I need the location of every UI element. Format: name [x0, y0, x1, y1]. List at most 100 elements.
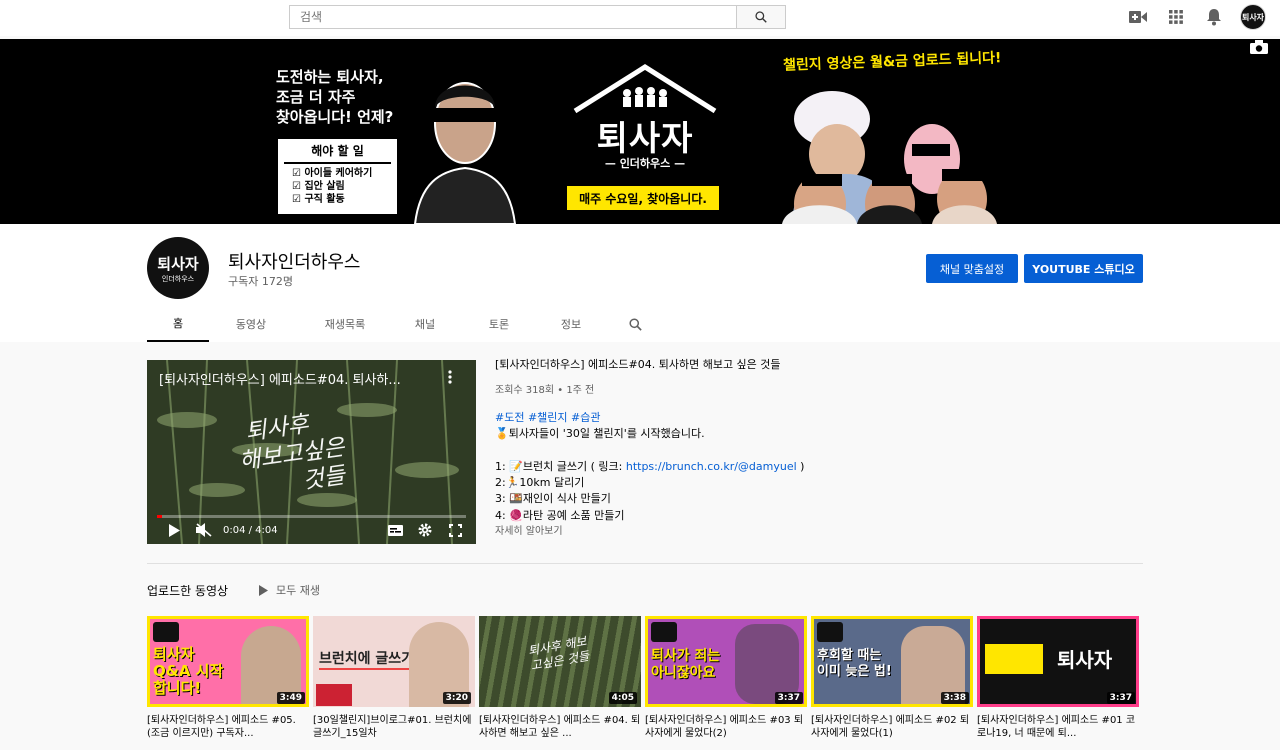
description-line: 3: 🍱재인이 식사 만들기: [495, 492, 611, 506]
player-title[interactable]: [퇴사자인더하우스] 에피소드#04. 퇴사하...: [159, 369, 439, 388]
brunch-link[interactable]: https://brunch.co.kr/@damyuel: [626, 460, 797, 473]
apps-grid-icon[interactable]: [1164, 5, 1188, 29]
play-icon[interactable]: [159, 516, 189, 544]
search-icon: [628, 317, 642, 331]
video-thumbnail[interactable]: 퇴사가 죄는 아니잖아요 3:37: [645, 616, 807, 707]
search-icon: [755, 11, 767, 23]
tab-home[interactable]: 홈: [147, 306, 209, 342]
video-title[interactable]: [퇴사자인더하우스] 에피소드 #01 코로나19, 너 때문에 퇴...: [977, 714, 1139, 740]
video-card[interactable]: 브런치에 글쓰기 3:20 [30일챌린지]브이로그#01. 브런치에 글쓰기_…: [313, 616, 475, 740]
read-more-link[interactable]: 자세히 알아보기: [495, 524, 915, 540]
channel-avatar[interactable]: 퇴사자 인더하우스: [147, 237, 209, 299]
featured-video-player[interactable]: [퇴사자인더하우스] 에피소드#04. 퇴사하... 퇴사후 해보고싶은 것들 …: [147, 360, 476, 544]
video-card[interactable]: 퇴사자 Q&A 시작합니다! 3:49 [퇴사자인더하우스] 에피소드 #05.…: [147, 616, 309, 740]
description-line: 4: 🧶라탄 공예 소품 만들기: [495, 508, 625, 522]
subscriber-count: 구독자 172명: [228, 275, 293, 288]
banner-text-line: 도전하는 퇴사자,: [276, 68, 384, 86]
description-text: 1: 📝브런치 글쓰기 ( 링크:: [495, 459, 626, 473]
thumb-30d-badge: [316, 684, 352, 706]
channel-avatar-subtext: 인더하우스: [161, 274, 195, 283]
todo-item-label: 집안 살림: [304, 181, 345, 192]
settings-gear-icon[interactable]: [410, 516, 440, 544]
customize-channel-button[interactable]: 채널 맞춤설정: [926, 254, 1018, 283]
video-thumbnail[interactable]: 퇴사자 3:37: [977, 616, 1139, 707]
account-avatar[interactable]: 퇴사자: [1240, 4, 1266, 30]
create-video-icon[interactable]: [1126, 5, 1150, 29]
thumb-text: 퇴사자: [1057, 648, 1113, 672]
video-duration: 3:49: [276, 692, 305, 704]
video-thumbnail[interactable]: 퇴사후 해보고싶은 것들 4:05: [479, 616, 641, 707]
search-button[interactable]: [736, 5, 786, 29]
top-icons: 퇴사자: [1126, 4, 1266, 30]
mute-icon[interactable]: [189, 516, 219, 544]
banner-person-image: [413, 82, 517, 224]
video-title[interactable]: [퇴사자인더하우스] 에피소드 #04. 퇴사하면 해보고 싶은 ...: [479, 714, 641, 740]
banner-todo-card: 해야 할 일 ☑ 아이들 케어하기 ☑ 집안 살림 ☑ 구직 활동: [276, 137, 399, 216]
play-all-button[interactable]: 모두 재생: [259, 582, 320, 598]
youtube-studio-button[interactable]: YOUTUBE 스튜디오: [1024, 254, 1143, 283]
featured-description: [퇴사자인더하우스] 에피소드#04. 퇴사하면 해보고 싶은 것들 조회수 3…: [495, 357, 915, 541]
tab-videos[interactable]: 동영상: [209, 306, 293, 342]
video-thumbnail[interactable]: 후회할 때는 이미 늦은 법! 3:38: [811, 616, 973, 707]
channel-name: 퇴사자인더하우스: [228, 252, 361, 273]
featured-title[interactable]: [퇴사자인더하우스] 에피소드#04. 퇴사하면 해보고 싶은 것들: [495, 357, 915, 373]
video-overlay-script: 퇴사후 해보고싶은 것들: [238, 406, 351, 503]
fullscreen-icon[interactable]: [440, 516, 470, 544]
banner-notice: 챌린지 영상은 월&금 업로드 됩니다!: [782, 50, 1002, 74]
banner-logo: 퇴사자 — 인더하우스 —: [565, 59, 725, 189]
subtitles-icon[interactable]: [380, 516, 410, 544]
todo-item: ☑ 아이들 케어하기: [292, 168, 373, 179]
channel-avatar-text: 퇴사자: [157, 254, 199, 273]
video-title[interactable]: [30일챌린지]브이로그#01. 브런치에 글쓰기_15일차: [313, 714, 475, 740]
banner-logo-text: 퇴사자: [596, 119, 694, 159]
video-title[interactable]: [퇴사자인더하우스] 에피소드 #03 퇴사자에게 물었다(2): [645, 714, 807, 740]
video-title[interactable]: [퇴사자인더하우스] 에피소드 #05. (조금 이르지만) 구독자...: [147, 714, 309, 740]
featured-hashtags[interactable]: #도전 #챌린지 #습관: [495, 410, 915, 426]
todo-item-label: 아이들 케어하기: [304, 168, 373, 179]
banner-people-image: [782, 91, 997, 224]
search-bar: [289, 5, 786, 29]
tab-playlists[interactable]: 재생목록: [293, 306, 397, 342]
player-controls: 0:04 / 4:04: [147, 516, 476, 544]
tab-discussion[interactable]: 토론: [453, 306, 545, 342]
todo-title: 해야 할 일: [311, 144, 364, 158]
section-divider: [147, 563, 1143, 564]
tab-channels[interactable]: 채널: [397, 306, 453, 342]
search-input[interactable]: [289, 5, 736, 29]
thumb-logo: [651, 622, 677, 642]
player-right-controls: [380, 516, 476, 544]
video-title[interactable]: [퇴사자인더하우스] 에피소드 #02 퇴사자에게 물었다(1): [811, 714, 973, 740]
uploads-title[interactable]: 업로드한 동영상: [147, 582, 228, 599]
thumb-logo: [153, 622, 179, 642]
channel-header: 퇴사자 인더하우스 퇴사자인더하우스 구독자 172명 채널 맞춤설정 YOUT…: [0, 224, 1280, 342]
banner-text-line: 찾아옵니다! 언제?: [276, 108, 394, 126]
video-duration: 3:37: [1106, 692, 1135, 704]
video-card[interactable]: 퇴사자 3:37 [퇴사자인더하우스] 에피소드 #01 코로나19, 너 때문…: [977, 616, 1139, 740]
thumb-text: 후회할 때는 이미 늦은 법!: [817, 648, 892, 679]
featured-meta: 조회수 318회 • 1주 전: [495, 385, 595, 397]
video-card[interactable]: 퇴사가 죄는 아니잖아요 3:37 [퇴사자인더하우스] 에피소드 #03 퇴사…: [645, 616, 807, 740]
video-thumbnail[interactable]: 브런치에 글쓰기 3:20: [313, 616, 475, 707]
video-card[interactable]: 후회할 때는 이미 늦은 법! 3:38 [퇴사자인더하우스] 에피소드 #02…: [811, 616, 973, 740]
camera-icon[interactable]: [1250, 39, 1268, 54]
banner-schedule-box: 매주 수요일, 찾아옵니다.: [567, 186, 719, 210]
video-duration: 3:37: [774, 692, 803, 704]
more-options-icon[interactable]: [448, 369, 452, 388]
play-all-label: 모두 재생: [276, 584, 320, 597]
thumb-yellow-box: [985, 644, 1043, 674]
video-thumbnail[interactable]: 퇴사자 Q&A 시작합니다! 3:49: [147, 616, 309, 707]
notifications-bell-icon[interactable]: [1202, 5, 1226, 29]
channel-search-button[interactable]: [615, 306, 655, 342]
play-icon: [259, 584, 268, 596]
banner-left-text: 도전하는 퇴사자, 조금 더 자주 찾아옵니다! 언제?: [276, 67, 393, 127]
channel-banner: 도전하는 퇴사자, 조금 더 자주 찾아옵니다! 언제? 해야 할 일 ☑ 아이…: [0, 39, 1280, 224]
thumb-text: 퇴사가 죄는 아니잖아요: [651, 648, 721, 681]
video-duration: 3:20: [442, 692, 471, 704]
todo-item: ☑ 집안 살림: [292, 181, 345, 192]
tab-about[interactable]: 정보: [545, 306, 597, 342]
video-card[interactable]: 퇴사후 해보고싶은 것들 4:05 [퇴사자인더하우스] 에피소드 #04. 퇴…: [479, 616, 641, 740]
banner-text-line: 조금 더 자주: [276, 88, 356, 106]
thumb-logo: [817, 622, 843, 642]
video-duration: 4:05: [608, 692, 637, 704]
description-line: 2:🏃10km 달리기: [495, 476, 585, 490]
